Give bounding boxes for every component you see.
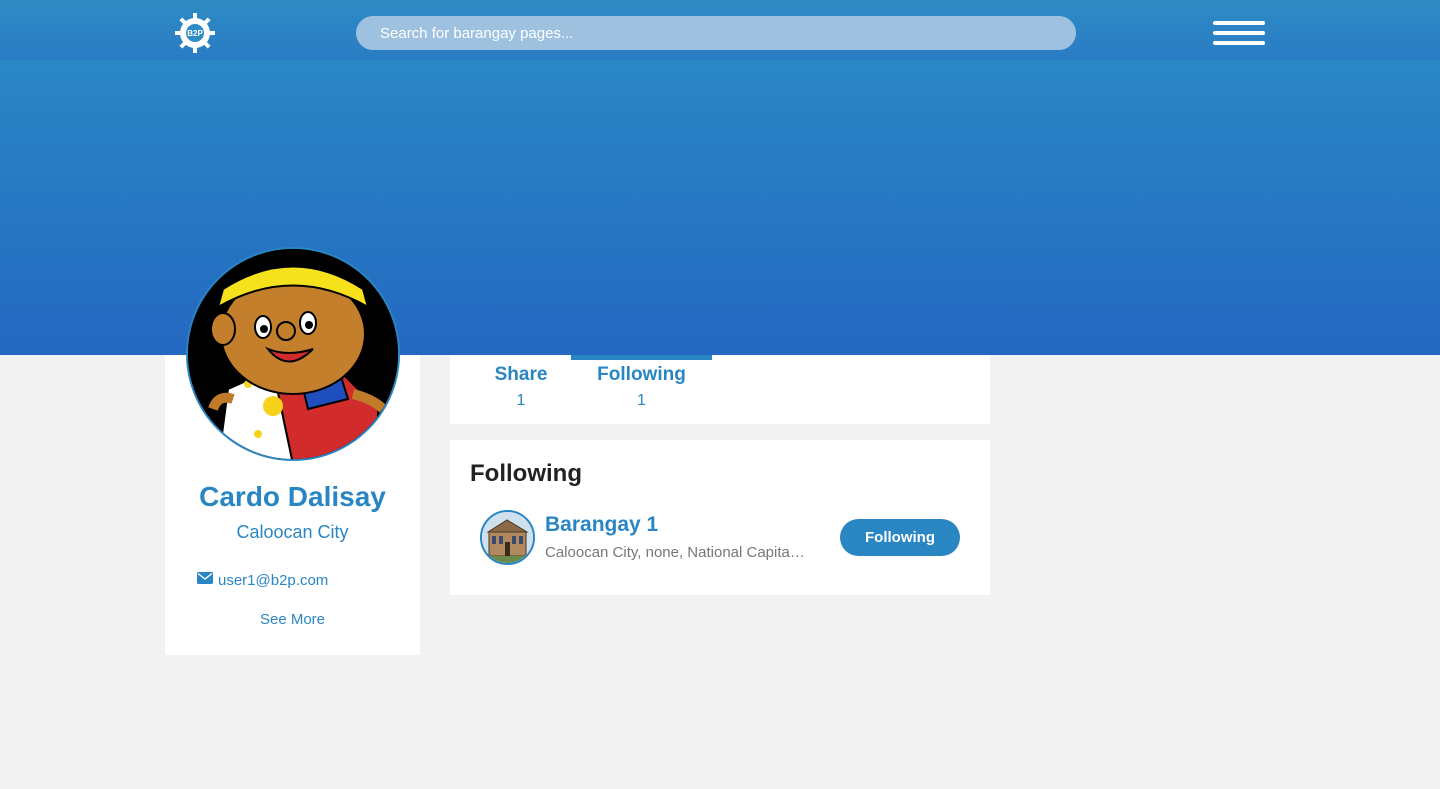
b2p-logo[interactable]: B2P	[173, 12, 217, 54]
barangay-address: Caloocan City, none, National Capital Re…	[545, 544, 805, 561]
email-row: user1@b2p.com	[197, 571, 328, 589]
tab-following[interactable]: Following 1	[571, 364, 712, 410]
building-icon	[482, 512, 533, 563]
profile-email[interactable]: user1@b2p.com	[218, 572, 328, 589]
following-count: 1	[637, 392, 646, 409]
profile-name: Cardo Dalisay	[199, 481, 386, 512]
tab-share[interactable]: Share 1	[471, 364, 571, 410]
share-label: Share	[494, 364, 548, 385]
see-more-link[interactable]: See More	[165, 611, 420, 628]
barangay-avatar[interactable]	[480, 510, 535, 565]
profile-avatar	[186, 247, 400, 461]
list-item: Barangay 1 Caloocan City, none, National…	[480, 510, 960, 566]
active-tab-indicator	[571, 355, 712, 360]
following-button[interactable]: Following	[840, 519, 960, 556]
cartoon-avatar-image	[188, 249, 398, 459]
gear-logo-icon: B2P	[175, 13, 215, 53]
envelope-icon	[197, 571, 213, 589]
share-count: 1	[516, 392, 526, 409]
top-navbar: B2P	[0, 0, 1440, 60]
hamburger-menu-icon[interactable]	[1213, 19, 1265, 49]
profile-city: Caloocan City	[236, 522, 349, 542]
following-label: Following	[597, 364, 686, 385]
search-input[interactable]	[356, 16, 1076, 50]
barangay-name[interactable]: Barangay 1	[545, 513, 658, 537]
following-section-title: Following	[470, 460, 582, 487]
svg-text:B2P: B2P	[187, 29, 203, 38]
following-card: Following Barangay 1 Caloocan City, none…	[450, 440, 990, 595]
